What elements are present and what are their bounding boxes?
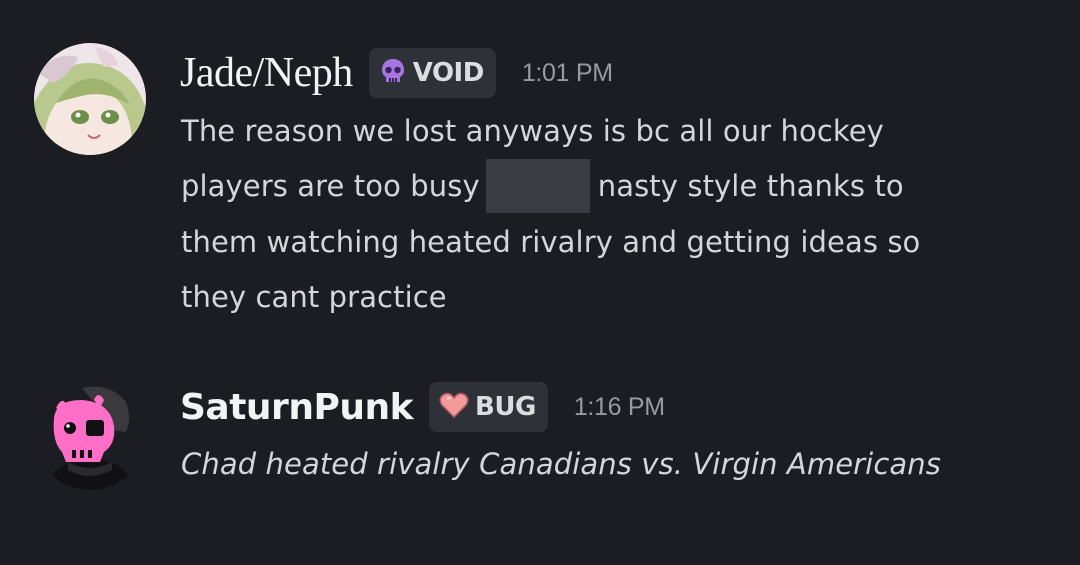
timestamp: 1:16 PM (573, 392, 665, 421)
pink-heart-icon (439, 391, 469, 424)
role-tag[interactable]: BUG (429, 382, 548, 432)
username[interactable]: SaturnPunk (180, 387, 414, 428)
pink-skull-avatar-image (34, 378, 146, 490)
user-avatar[interactable] (34, 378, 146, 490)
message-line: Chad heated rivalry Canadians vs. Virgin… (181, 447, 941, 481)
message-header: SaturnPunk BUG 1:16 PM (180, 382, 665, 432)
message-content: Chad heated rivalry Canadians vs. Virgin… (181, 437, 1061, 492)
tag-label: BUG (475, 392, 536, 422)
message-saturnpunk: SaturnPunk BUG 1:16 PM Chad heated rival… (0, 0, 1080, 565)
